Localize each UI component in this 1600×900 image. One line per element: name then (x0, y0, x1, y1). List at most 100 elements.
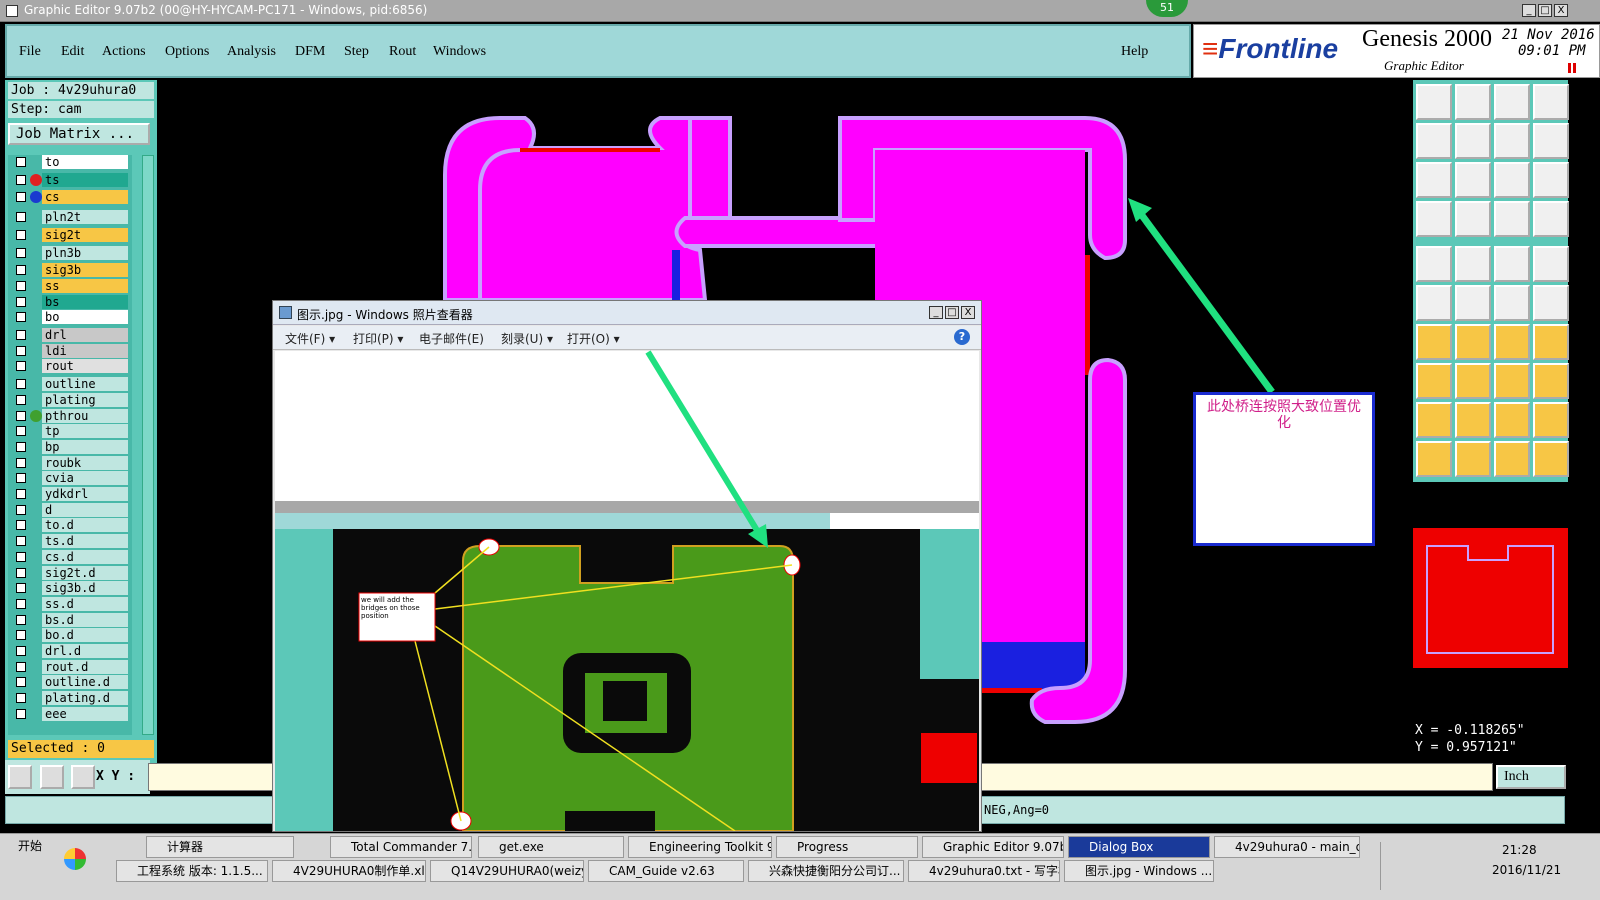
job-matrix-button[interactable]: Job Matrix ... (8, 123, 150, 145)
layer-checkbox[interactable] (16, 504, 26, 515)
layer-row-rout[interactable]: rout (8, 359, 132, 374)
start-button[interactable]: 开始 (2, 836, 52, 858)
draw-icon[interactable] (1455, 246, 1491, 282)
layer-name[interactable]: bo (42, 310, 128, 325)
layer-name[interactable]: eee (42, 706, 128, 721)
ruler-icon[interactable] (1416, 201, 1452, 237)
step-preview[interactable] (1413, 528, 1568, 668)
layer-row-d[interactable]: d (8, 502, 132, 517)
grid-display-icon[interactable] (1455, 201, 1491, 237)
zoom-in-icon[interactable] (1455, 84, 1491, 120)
zoom-home-icon[interactable] (1494, 84, 1530, 120)
connect-icon[interactable] (1494, 285, 1530, 321)
task-get-exe[interactable]: get.exe (478, 836, 624, 858)
dot-icon[interactable] (1533, 246, 1569, 282)
route-icon[interactable] (1533, 441, 1569, 477)
connect2-icon[interactable] (1533, 285, 1569, 321)
layer-name[interactable]: cvia (42, 471, 128, 486)
viewer-menu-print[interactable]: 打印(P) ▾ (353, 330, 403, 347)
layer-name[interactable]: bo.d (42, 628, 128, 643)
layer-checkbox[interactable] (16, 598, 26, 609)
viewer-maximize-button[interactable]: □ (945, 306, 959, 319)
snap-drill-icon[interactable] (1533, 201, 1569, 237)
tray-time[interactable]: 21:28 (1502, 843, 1537, 857)
layer-row-ss[interactable]: ss (8, 278, 132, 293)
viewer-close-button[interactable]: X (961, 306, 975, 319)
layer-row-plating[interactable]: plating (8, 392, 132, 407)
task-progress[interactable]: Progress (776, 836, 918, 858)
layer-name[interactable]: sig3b (42, 263, 128, 278)
layer-checkbox[interactable] (16, 157, 26, 167)
task-q14-doc[interactable]: Q14V29UHURA0(weizy)2... (430, 860, 584, 882)
layer-checkbox[interactable] (16, 630, 26, 641)
tray-date[interactable]: 2016/11/21 (1492, 863, 1561, 877)
triangle-icon[interactable] (1416, 402, 1452, 438)
help-icon[interactable] (1533, 162, 1569, 198)
viewer-menu-open[interactable]: 打开(O) ▾ (567, 330, 620, 347)
layer-row-drl-d[interactable]: drl.d (8, 644, 132, 658)
layer-row-sig2t-d[interactable]: sig2t.d (8, 565, 132, 580)
layer-name[interactable]: roubk (42, 455, 128, 470)
layer-row-bs-d[interactable]: bs.d (8, 612, 132, 627)
layer-row-to-d[interactable]: to.d (8, 518, 132, 533)
units-select[interactable]: Inch (1496, 765, 1566, 789)
layer-name[interactable]: ss.d (42, 596, 128, 611)
layer-checkbox[interactable] (16, 551, 26, 562)
windows-logo-icon[interactable] (64, 848, 86, 870)
layer-name[interactable]: pln3b (42, 245, 128, 260)
viewer-menu-email[interactable]: 电子邮件(E) (419, 330, 484, 347)
viewer-minimize-button[interactable]: _ (929, 306, 943, 319)
layer-checkbox[interactable] (16, 265, 26, 276)
layer-checkbox[interactable] (16, 280, 26, 291)
layer-checkbox[interactable] (16, 567, 26, 578)
layer-name[interactable]: to (42, 155, 128, 169)
layer-scrollbar[interactable] (142, 155, 154, 735)
move-icon[interactable] (1416, 363, 1452, 399)
layer-name[interactable]: outline.d (42, 675, 128, 690)
task-photo-viewer[interactable]: 图示.jpg - Windows ... (1064, 860, 1214, 882)
layer-row-pthrou[interactable]: pthrou (8, 408, 132, 423)
swap-icon[interactable] (1533, 123, 1569, 159)
viewer-menu-burn[interactable]: 刻录(U) ▾ (501, 330, 553, 347)
pan-right-icon[interactable] (1455, 123, 1491, 159)
layer-name[interactable]: drl (42, 328, 128, 342)
layer-name[interactable]: drl.d (42, 644, 128, 658)
snap-icon[interactable] (8, 765, 32, 789)
layer-name[interactable]: outline (42, 377, 128, 392)
layer-name[interactable]: sig3b.d (42, 581, 128, 596)
viewer-menu-file[interactable]: 文件(F) ▾ (285, 330, 335, 347)
redraw-icon[interactable] (1494, 123, 1530, 159)
layer-checkbox[interactable] (16, 394, 26, 405)
layer-checkbox[interactable] (16, 520, 26, 531)
layer-checkbox[interactable] (16, 583, 26, 594)
layer-name[interactable]: rout (42, 359, 128, 374)
polygon-icon[interactable] (1533, 402, 1569, 438)
task-engineering-toolkit[interactable]: Engineering Toolkit 9.0... (628, 836, 772, 858)
angle-icon[interactable] (1416, 324, 1452, 360)
layer-name[interactable]: pln2t (42, 210, 128, 225)
center-icon[interactable] (1455, 162, 1491, 198)
layer-name[interactable]: pthrou (42, 408, 128, 423)
layer-row-roubk[interactable]: roubk (8, 455, 132, 470)
stretch-icon[interactable] (1494, 363, 1530, 399)
text-a-icon[interactable] (1494, 402, 1530, 438)
layer-checkbox[interactable] (16, 614, 26, 625)
node-icon[interactable] (1416, 285, 1452, 321)
pointer-icon[interactable] (1416, 441, 1452, 477)
layer-row-ts[interactable]: ts (8, 172, 132, 187)
layer-row-bo[interactable]: bo (8, 310, 132, 325)
layer-name[interactable]: tp (42, 424, 128, 439)
task-engineering-system[interactable]: 工程系统 版本: 1.1.5... (116, 860, 268, 882)
measure-line-icon[interactable] (1494, 246, 1530, 282)
layer-checkbox[interactable] (16, 426, 26, 437)
layer-row-ss-d[interactable]: ss.d (8, 596, 132, 611)
layer-name[interactable]: rout.d (42, 659, 128, 674)
layer-row-bp[interactable]: bp (8, 439, 132, 454)
task-dialog-box[interactable]: Dialog Box (1068, 836, 1210, 858)
layer-checkbox[interactable] (16, 661, 26, 672)
step-icon[interactable] (1533, 324, 1569, 360)
layer-name[interactable]: plating.d (42, 691, 128, 706)
layer-checkbox[interactable] (16, 296, 26, 307)
layer-row-pln2t[interactable]: pln2t (8, 210, 132, 225)
layer-name[interactable]: ts.d (42, 534, 128, 549)
